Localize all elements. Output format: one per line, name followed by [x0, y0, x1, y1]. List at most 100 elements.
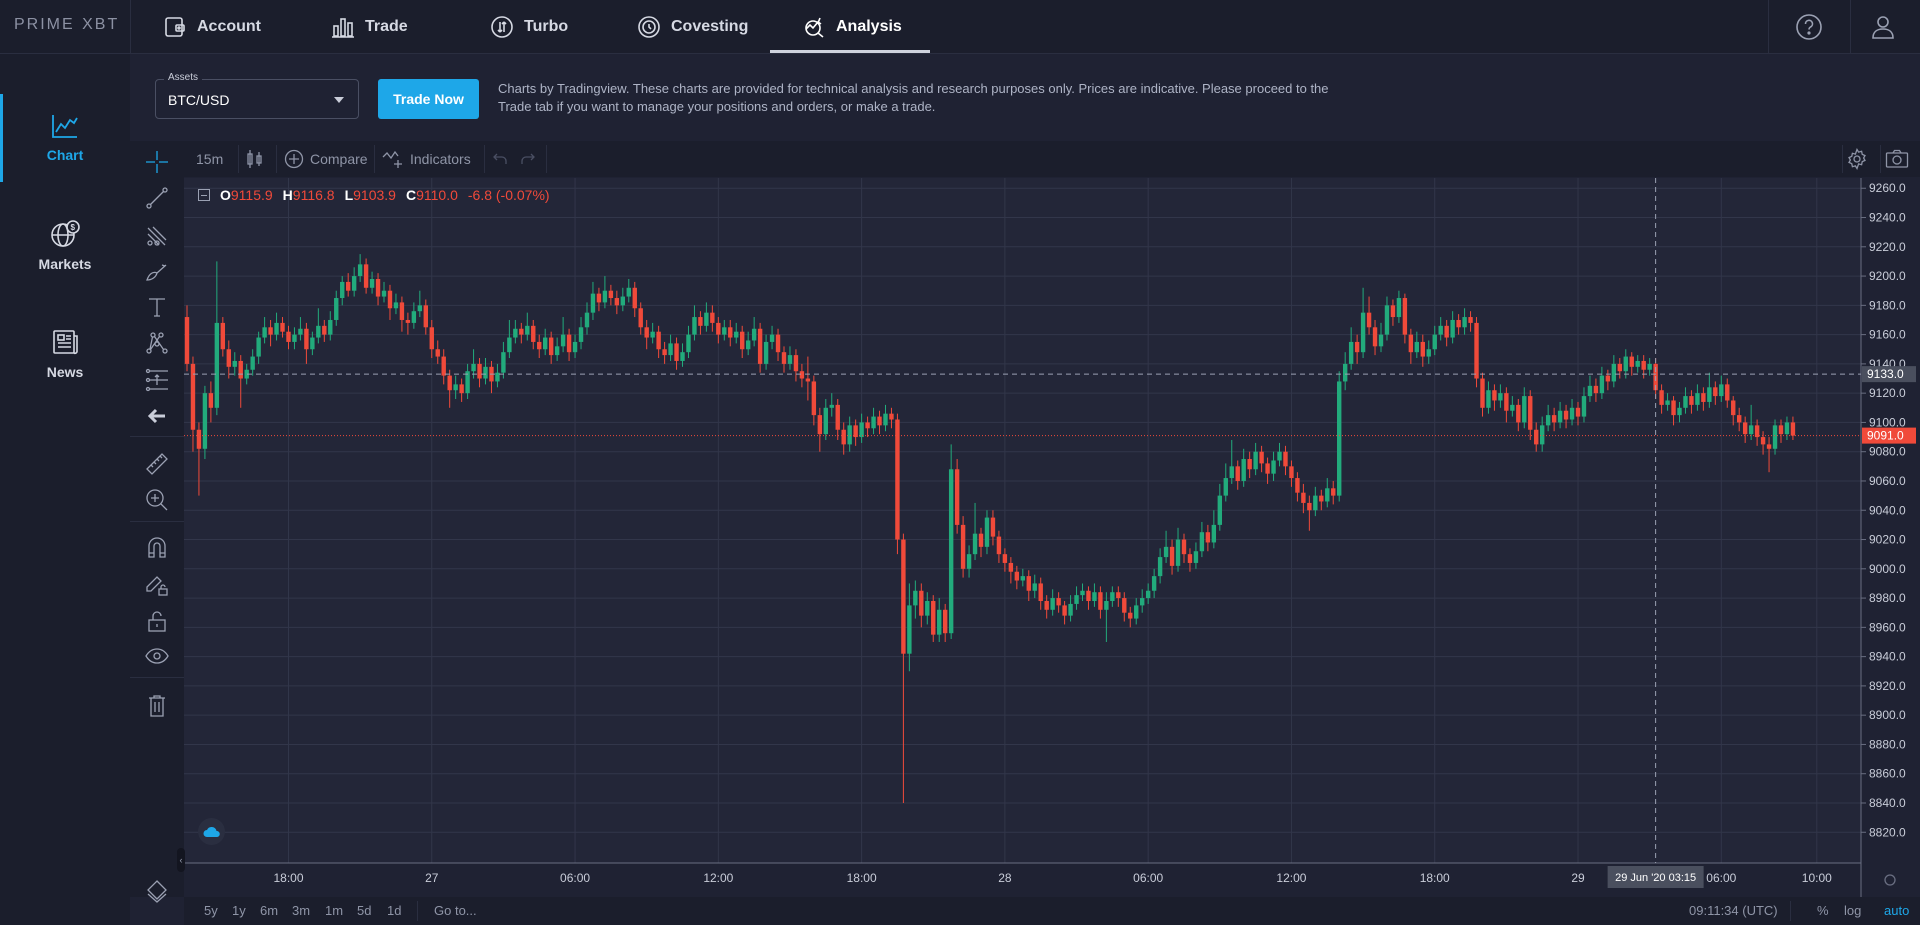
brush-tool[interactable]	[143, 258, 171, 286]
nav-turbo[interactable]: Turbo	[490, 0, 568, 54]
price-tick-label: 8940.0	[1869, 650, 1906, 664]
lock-drawings-tool[interactable]	[143, 571, 171, 599]
candle-body	[298, 328, 303, 335]
trade-now-button[interactable]: Trade Now	[378, 79, 479, 119]
candle-body	[590, 293, 596, 313]
candle-body	[537, 341, 542, 350]
candle-body	[1665, 400, 1670, 405]
candle-body	[954, 469, 960, 525]
user-button[interactable]	[1869, 13, 1897, 41]
candle-body	[441, 356, 446, 376]
undo-button[interactable]	[492, 141, 508, 177]
price-tick-label: 9020.0	[1869, 533, 1906, 547]
candle-body	[1217, 495, 1223, 525]
magnet-tool[interactable]	[143, 533, 171, 561]
visibility-tool[interactable]	[143, 642, 171, 670]
candle-body	[1074, 595, 1079, 604]
redo-button[interactable]	[520, 141, 536, 177]
help-button[interactable]	[1795, 13, 1823, 41]
candle-body	[1754, 425, 1760, 438]
range-1m[interactable]: 1m	[325, 903, 343, 918]
candle-body	[757, 328, 763, 364]
price-tick-label: 9100.0	[1869, 415, 1906, 429]
nav-account[interactable]: Account	[163, 0, 261, 54]
candle-body	[1510, 404, 1515, 411]
prediction-tool[interactable]	[143, 366, 171, 394]
utc-clock[interactable]: 09:11:34 (UTC)	[1689, 903, 1778, 918]
range-5y[interactable]: 5y	[204, 903, 218, 918]
range-5d[interactable]: 5d	[357, 903, 371, 918]
collapse-legend-button[interactable]	[198, 189, 210, 201]
log-scale-toggle[interactable]: log	[1844, 903, 1861, 918]
candle-body	[1223, 478, 1228, 496]
goto-date-button[interactable]: Go to...	[434, 903, 477, 918]
chart-settings-button[interactable]	[1846, 141, 1868, 177]
range-3m[interactable]: 3m	[292, 903, 310, 918]
candle-body	[1492, 390, 1497, 401]
nav-covesting[interactable]: Covesting	[637, 0, 748, 54]
assets-select[interactable]: Assets BTC/USD	[155, 72, 359, 119]
candle-body	[501, 352, 506, 373]
object-tree-button[interactable]	[143, 877, 171, 905]
nav-analysis[interactable]: Analysis	[802, 0, 902, 54]
price-tick-label: 9080.0	[1869, 445, 1906, 459]
auto-scale-toggle[interactable]: auto	[1884, 903, 1909, 918]
compare-button[interactable]: Compare	[284, 141, 368, 177]
range-6m[interactable]: 6m	[260, 903, 278, 918]
pitchfork-tool[interactable]	[143, 222, 171, 250]
candle-body	[262, 327, 267, 338]
indicators-button[interactable]: Indicators	[382, 141, 471, 177]
nav-trade[interactable]: Trade	[331, 0, 408, 54]
sidebar-item-chart[interactable]: Chart	[0, 94, 130, 182]
candle-body	[1008, 562, 1014, 572]
sidebar-item-news[interactable]: News	[0, 310, 130, 398]
percent-scale-toggle[interactable]: %	[1817, 903, 1829, 918]
pitchfork-icon	[147, 226, 167, 246]
candle-body	[722, 327, 727, 335]
candle-body	[543, 337, 548, 350]
chart-type-button[interactable]	[246, 141, 264, 177]
candle-body	[1474, 322, 1479, 379]
candle-body	[1325, 488, 1330, 502]
question-circle-icon	[1796, 14, 1822, 40]
snapshot-button[interactable]	[1885, 141, 1909, 177]
interval-button[interactable]: 15m	[196, 141, 223, 177]
candle-body	[1235, 466, 1240, 481]
remove-drawings-tool[interactable]	[143, 692, 171, 720]
candle-body	[1271, 460, 1276, 474]
text-tool[interactable]	[143, 293, 171, 321]
candle-body	[1062, 605, 1067, 616]
measure-tool[interactable]	[143, 450, 171, 478]
candle-body	[375, 278, 381, 297]
pattern-tool[interactable]	[143, 329, 171, 357]
candle-body	[411, 311, 417, 323]
line-chart-icon	[52, 115, 78, 138]
zoom-tool[interactable]	[143, 486, 171, 514]
sidebar-item-markets[interactable]: $ Markets	[0, 202, 130, 290]
back-button[interactable]	[143, 402, 171, 430]
cloud-save-button[interactable]	[198, 818, 225, 845]
prime-xbt-logo[interactable]: PRIME XBT	[14, 16, 119, 34]
candle-body	[1432, 334, 1437, 350]
candle-body	[1522, 396, 1527, 423]
candle-body	[1056, 598, 1061, 606]
candle-body	[1623, 356, 1628, 372]
sidebar-label: Markets	[38, 256, 92, 272]
lock-tool[interactable]	[143, 607, 171, 635]
crosshair-tool[interactable]	[143, 148, 171, 176]
candle-body	[459, 384, 464, 394]
range-1d[interactable]: 1d	[387, 903, 401, 918]
candlestick-chart[interactable]: 9260.09240.09220.09200.09180.09160.09140…	[184, 178, 1920, 897]
collapse-toolbar-handle[interactable]: ‹	[177, 848, 185, 872]
candle-body	[847, 425, 852, 445]
range-1y[interactable]: 1y	[232, 903, 246, 918]
candle-body	[984, 517, 990, 547]
price-tick-label: 9060.0	[1869, 474, 1906, 488]
candle-body	[1229, 466, 1234, 479]
trend-line-tool[interactable]	[143, 184, 171, 212]
candle-body	[775, 334, 781, 353]
price-tick-label: 9220.0	[1869, 240, 1906, 254]
candle-body	[584, 312, 590, 328]
candle-body	[554, 346, 560, 356]
candle-body	[1528, 396, 1533, 430]
